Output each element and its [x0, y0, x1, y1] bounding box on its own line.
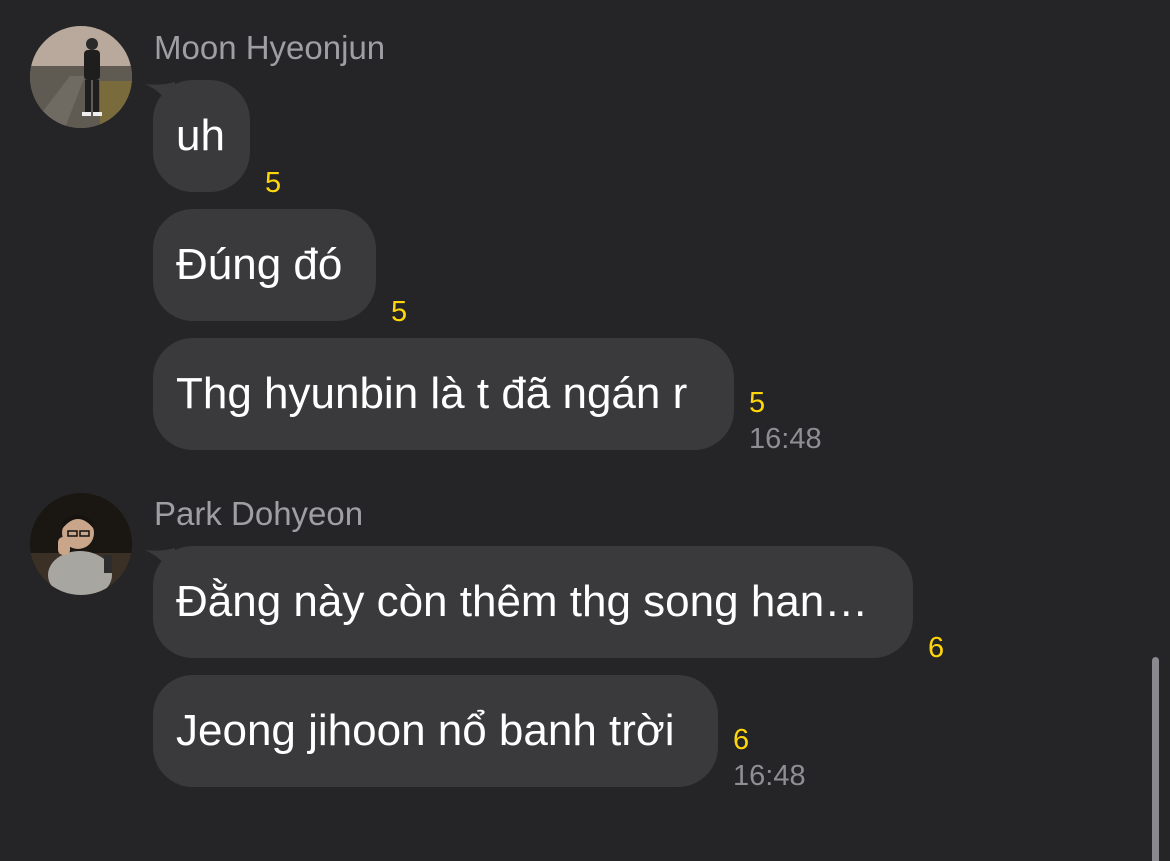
scrollbar[interactable]	[1152, 657, 1159, 861]
message-timestamp: 16:48	[749, 423, 822, 455]
message-bubble[interactable]: Đằng này còn thêm thg song han…	[153, 546, 913, 658]
avatar-moon-hyeonjun[interactable]	[30, 26, 132, 128]
message-bubble[interactable]: uh	[153, 80, 250, 192]
unread-count: 5	[749, 387, 766, 419]
sender-name: Moon Hyeonjun	[154, 29, 386, 66]
chat-view: Moon Hyeonjun uh 5 Đúng đó 5 Thg hyunbin…	[0, 0, 1170, 861]
message-bubble[interactable]: Đúng đó	[153, 209, 376, 321]
message-bubble[interactable]: Thg hyunbin là t đã ngán r	[153, 338, 734, 450]
unread-count: 6	[733, 724, 750, 756]
message-timestamp: 16:48	[733, 760, 806, 792]
unread-count: 6	[928, 632, 945, 664]
sender-name: Park Dohyeon	[154, 495, 364, 532]
unread-count: 5	[391, 296, 408, 328]
message-bubble[interactable]: Jeong jihoon nổ banh trời	[153, 675, 718, 787]
avatar-park-dohyeon[interactable]	[30, 493, 132, 595]
unread-count: 5	[265, 167, 282, 199]
